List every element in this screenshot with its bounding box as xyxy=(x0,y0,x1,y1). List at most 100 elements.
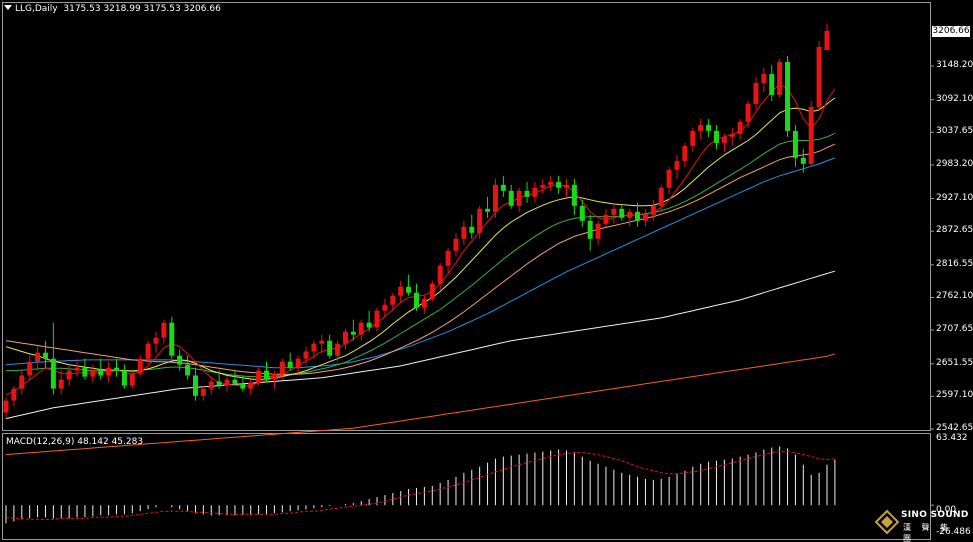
candle-body xyxy=(445,250,451,266)
candle-body xyxy=(500,184,506,191)
candle-body xyxy=(224,379,230,386)
candle-body xyxy=(579,205,585,221)
candle-body xyxy=(469,226,475,233)
candle-body xyxy=(327,340,333,356)
candle-body xyxy=(256,370,262,383)
candle-body xyxy=(595,223,601,239)
candle-body xyxy=(129,373,135,386)
candle-body xyxy=(398,286,404,296)
candle-body xyxy=(66,370,72,380)
macd-pane-frame xyxy=(2,433,931,540)
candle-body xyxy=(429,283,435,299)
candle-body xyxy=(145,343,151,359)
candle-body xyxy=(342,331,348,344)
candle-body xyxy=(477,208,483,233)
candle-body xyxy=(492,184,498,212)
candle-body xyxy=(98,370,104,376)
candle-body xyxy=(248,382,254,389)
candle-body xyxy=(642,214,648,221)
price-axis-label: 2816.55 xyxy=(936,258,973,269)
candle-body xyxy=(761,73,767,83)
candle-body xyxy=(358,322,364,335)
price-axis-label: 2983.20 xyxy=(936,158,973,169)
candle-body xyxy=(271,373,277,380)
candle-body xyxy=(571,184,577,206)
candle-body xyxy=(658,187,664,206)
candle-body xyxy=(516,190,522,206)
candle-body xyxy=(27,361,33,376)
chart-window: { "header": { "symbol": "LLG,Daily", "oh… xyxy=(0,0,973,542)
candle-body xyxy=(264,370,270,380)
candle-body xyxy=(374,310,380,328)
price-axis-label: 3092.10 xyxy=(936,93,973,104)
candle-body xyxy=(753,82,759,104)
candle-body xyxy=(208,381,214,389)
ohlc-values: 3175.53 3218.99 3175.53 3206.66 xyxy=(63,4,221,14)
candle-body xyxy=(279,361,285,374)
candle-body xyxy=(58,379,64,389)
candle-body xyxy=(769,73,775,95)
candle-body xyxy=(311,343,317,352)
candle-body xyxy=(90,370,96,377)
candle-body xyxy=(619,208,625,218)
candle-body xyxy=(785,61,791,131)
candle-body xyxy=(421,298,427,308)
candle-body xyxy=(587,220,593,239)
candle-body xyxy=(721,136,727,143)
candle-body xyxy=(737,121,743,134)
candle-body xyxy=(390,295,396,305)
candle-body xyxy=(169,322,175,356)
candle-body xyxy=(777,61,783,95)
candle-body xyxy=(674,160,680,170)
moving-average-line xyxy=(6,132,836,378)
price-chart xyxy=(2,2,934,540)
candle-body xyxy=(287,361,293,368)
logo-name: SINO SOUND xyxy=(901,510,969,520)
candle-body xyxy=(485,208,491,212)
candle-body xyxy=(524,190,530,197)
candle-body xyxy=(824,30,830,50)
symbol-label: LLG,Daily xyxy=(15,4,58,14)
moving-average-line xyxy=(5,270,836,420)
candle-body xyxy=(713,130,719,143)
candle-body xyxy=(240,383,246,389)
price-axis-label: 2927.10 xyxy=(936,192,973,203)
candle-body xyxy=(74,367,80,371)
price-axis-label: 3037.65 xyxy=(936,126,973,137)
candle-body xyxy=(698,124,704,131)
candle-body xyxy=(366,322,372,328)
candle-body xyxy=(137,358,143,374)
macd-header: MACD(12,26,9) 48.142 45.283 xyxy=(6,437,144,447)
macd-axis-top: 63.432 xyxy=(936,433,968,443)
candle-body xyxy=(729,133,735,137)
candle-body xyxy=(114,367,120,371)
candle-body xyxy=(611,208,617,215)
candle-body xyxy=(548,181,554,185)
current-price-label: 3206.66 xyxy=(932,26,970,37)
moving-average-line xyxy=(5,97,836,381)
candle-body xyxy=(690,130,696,146)
candle-body xyxy=(232,379,238,384)
dropdown-arrow-icon[interactable] xyxy=(4,5,12,10)
candle-body xyxy=(414,292,419,308)
macd-signal-line xyxy=(5,451,835,520)
candle-body xyxy=(153,337,159,344)
price-axis-label: 2651.55 xyxy=(936,357,973,368)
diamond-logo-icon xyxy=(875,510,899,534)
candle-body xyxy=(42,352,48,359)
candle-body xyxy=(106,367,112,376)
candle-body xyxy=(800,157,806,164)
candle-body xyxy=(461,226,467,239)
candle-body xyxy=(3,400,9,413)
candle-body xyxy=(82,367,88,377)
candle-body xyxy=(50,358,56,389)
candle-body xyxy=(808,106,814,164)
candle-body xyxy=(508,190,514,206)
candle-body xyxy=(11,388,17,401)
candle-body xyxy=(35,352,41,362)
candle-body xyxy=(627,211,633,218)
candle-body xyxy=(437,265,443,284)
candle-body xyxy=(121,370,127,386)
candle-body xyxy=(303,351,309,359)
price-axis-label: 2597.10 xyxy=(936,390,973,401)
